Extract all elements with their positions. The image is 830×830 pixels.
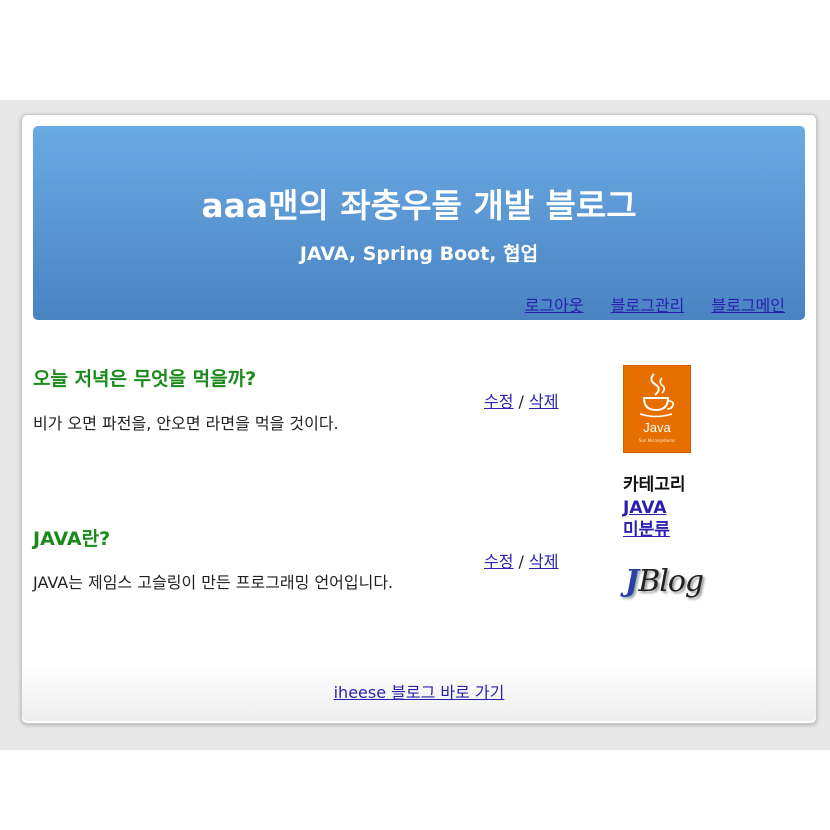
post-item: JAVA란? 수정 / 삭제 JAVA는 제임스 고슬링이 만든 프로그래밍 언… (33, 526, 613, 606)
category-item: 미분류 (623, 519, 670, 541)
category-item: JAVA (623, 497, 670, 519)
java-logo-text: Java (643, 420, 671, 435)
blog-main-link[interactable]: 블로그메인 (711, 296, 785, 315)
coffee-cup-icon (639, 373, 674, 418)
category-link-java[interactable]: JAVA (623, 498, 667, 518)
blog-title: aaa맨의 좌충우돌 개발 블로그 (201, 186, 637, 225)
jblog-logo-j: J (625, 564, 639, 599)
delete-post-link[interactable]: 삭제 (529, 552, 558, 571)
blog-admin-link[interactable]: 블로그관리 (611, 296, 685, 315)
blog-header: aaa맨의 좌충우돌 개발 블로그 JAVA, Spring Boot, 협업 … (33, 126, 805, 320)
delete-post-link[interactable]: 삭제 (529, 392, 558, 411)
post-title: 오늘 저녁은 무엇을 먹을까? (33, 368, 257, 390)
action-separator: / (518, 392, 524, 411)
header-nav: 로그아웃 블로그관리 블로그메인 (503, 296, 785, 316)
blog-subtitle: JAVA, Spring Boot, 협업 (299, 243, 539, 265)
category-link-uncategorized[interactable]: 미분류 (623, 520, 670, 540)
category-header: 카테고리 (623, 475, 686, 495)
blog-footer: iheese 블로그 바로 가기 (22, 663, 816, 721)
java-logo-image: Java Sun Microsystems (623, 365, 691, 453)
post-title: JAVA란? (33, 528, 111, 550)
post-actions: 수정 / 삭제 (484, 392, 558, 412)
logout-link[interactable]: 로그아웃 (525, 296, 584, 315)
go-to-blog-link[interactable]: iheese 블로그 바로 가기 (334, 683, 505, 702)
jblog-logo: JBlog (625, 562, 704, 602)
edit-post-link[interactable]: 수정 (484, 392, 513, 411)
edit-post-link[interactable]: 수정 (484, 552, 513, 571)
post-body: JAVA는 제임스 고슬링이 만든 프로그래밍 언어입니다. (33, 573, 394, 592)
category-list: JAVA 미분류 (623, 497, 670, 541)
post-item: 오늘 저녁은 무엇을 먹을까? 수정 / 삭제 비가 오면 파전을, 안오면 라… (33, 366, 613, 446)
java-logo-subtext: Sun Microsystems (638, 438, 676, 443)
footer-link-wrap: iheese 블로그 바로 가기 (22, 683, 816, 703)
blog-container: aaa맨의 좌충우돌 개발 블로그 JAVA, Spring Boot, 협업 … (21, 114, 817, 724)
post-body: 비가 오면 파전을, 안오면 라면을 먹을 것이다. (33, 414, 339, 433)
jblog-logo-rest: Blog (638, 564, 704, 599)
action-separator: / (518, 552, 524, 571)
post-actions: 수정 / 삭제 (484, 552, 558, 572)
